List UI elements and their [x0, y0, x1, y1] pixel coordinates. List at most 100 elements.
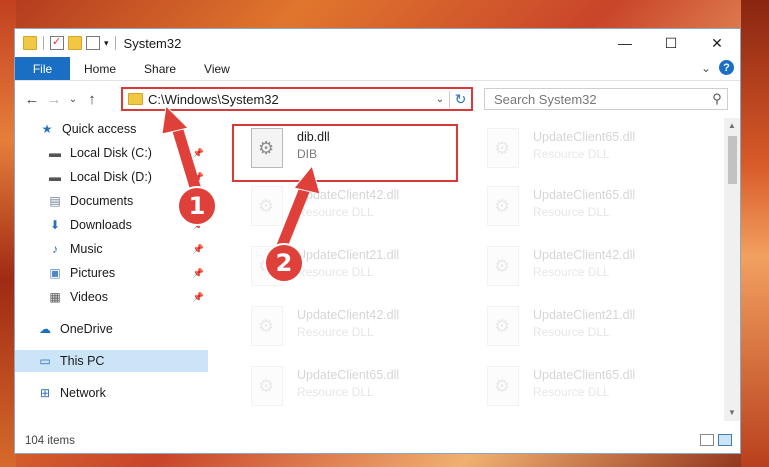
file-description: Resource DLL — [297, 385, 374, 399]
dll-file-icon — [487, 366, 519, 406]
sidebar-item[interactable]: ♪ Music 📌 — [15, 238, 208, 260]
large-icons-view-icon[interactable] — [718, 434, 732, 446]
file-item[interactable]: UpdateClient65.dll Resource DLL — [475, 360, 693, 416]
title-bar: ▾ System32 — ☐ ✕ — [15, 29, 740, 57]
sidebar-item[interactable]: ▭ This PC — [15, 350, 208, 372]
file-description: Resource DLL — [297, 265, 374, 279]
dll-file-icon — [487, 128, 519, 168]
close-button[interactable]: ✕ — [694, 29, 740, 57]
maximize-button[interactable]: ☐ — [648, 29, 694, 57]
dll-file-icon — [487, 186, 519, 226]
tab-file[interactable]: File — [15, 57, 70, 80]
file-item[interactable]: UpdateClient42.dll Resource DLL — [239, 180, 457, 236]
scroll-up-icon[interactable]: ▲ — [724, 118, 740, 134]
properties-icon[interactable] — [50, 35, 64, 50]
file-name: UpdateClient42.dll — [533, 248, 636, 262]
up-button[interactable]: ↑ — [81, 91, 103, 108]
status-bar: 104 items — [15, 429, 740, 453]
tab-share[interactable]: Share — [130, 57, 190, 80]
computer-icon: ▭ — [39, 354, 51, 368]
separator — [43, 36, 44, 50]
sidebar-item[interactable]: ★ Quick access — [15, 118, 208, 140]
help-icon[interactable]: ? — [719, 60, 734, 75]
sidebar-item[interactable]: ▬ Local Disk (C:) 📌 — [15, 142, 208, 164]
window-title: System32 — [123, 35, 182, 51]
refresh-icon[interactable]: ↻ — [449, 90, 471, 108]
scroll-down-icon[interactable]: ▼ — [724, 405, 740, 421]
sidebar-item-label: Local Disk (D:) — [70, 170, 152, 184]
star-icon: ★ — [41, 122, 53, 136]
sidebar-item-label: Videos — [70, 290, 108, 304]
address-path[interactable]: C:\Windows\System32 — [148, 92, 431, 107]
pin-icon[interactable]: 📌 — [193, 148, 204, 159]
scroll-thumb[interactable] — [728, 136, 737, 184]
file-name: UpdateClient65.dll — [533, 368, 636, 382]
vertical-scrollbar[interactable]: ▲ ▼ — [724, 118, 740, 421]
file-description: Resource DLL — [297, 325, 374, 339]
sidebar-item[interactable]: ☁ OneDrive — [15, 318, 208, 340]
quick-access-toolbar: ▾ — [15, 35, 118, 50]
search-input[interactable]: Search System32 — [494, 92, 707, 107]
sidebar-item-label: Documents — [70, 194, 134, 208]
separator — [114, 36, 116, 50]
ribbon-right-controls: ⌄ ? — [701, 60, 734, 75]
sidebar-item[interactable]: ▣ Pictures 📌 — [15, 262, 208, 284]
file-description: Resource DLL — [533, 147, 610, 161]
pin-icon[interactable]: 📌 — [193, 244, 204, 255]
music-icon: ♪ — [52, 242, 58, 256]
file-name: UpdateClient65.dll — [297, 368, 400, 382]
file-item[interactable]: UpdateClient65.dll Resource DLL — [239, 360, 457, 416]
sidebar-item-label: Music — [70, 242, 103, 256]
pin-icon[interactable]: 📌 — [193, 268, 204, 279]
ribbon-tabs: File Home Share View ⌄ ? — [15, 57, 740, 81]
file-item[interactable]: UpdateClient21.dll Resource DLL — [475, 300, 693, 356]
minimize-button[interactable]: — — [602, 29, 648, 57]
file-item[interactable]: UpdateClient42.dll Resource DLL — [475, 240, 693, 296]
folder-icon — [128, 93, 143, 105]
address-bar[interactable]: C:\Windows\System32 ⌄ ↻ — [121, 87, 473, 111]
tab-home[interactable]: Home — [70, 57, 130, 80]
drive-icon: ▬ — [49, 170, 61, 184]
expand-ribbon-icon[interactable]: ⌄ — [701, 61, 711, 75]
details-view-icon[interactable] — [700, 434, 714, 446]
pin-icon[interactable]: 📌 — [193, 292, 204, 303]
sidebar-item[interactable]: ▬ Local Disk (D:) 📌 — [15, 166, 208, 188]
download-icon: ⬇ — [49, 218, 61, 232]
documents-icon: ▤ — [49, 194, 61, 208]
file-name: UpdateClient65.dll — [533, 130, 636, 144]
sidebar-item-label: This PC — [60, 354, 105, 368]
recent-locations-button[interactable]: ⌄ — [65, 94, 81, 105]
search-icon: ⚲ — [712, 91, 722, 106]
back-button[interactable]: ← — [21, 91, 43, 108]
forward-button[interactable]: → — [43, 91, 65, 108]
toolbar-dropdown-icon[interactable]: ▾ — [104, 38, 109, 49]
file-name: UpdateClient21.dll — [297, 248, 400, 262]
file-item[interactable]: UpdateClient65.dll Resource DLL — [475, 122, 693, 178]
file-description: Resource DLL — [297, 205, 374, 219]
item-count: 104 items — [25, 435, 75, 447]
pin-icon[interactable]: 📌 — [193, 172, 204, 183]
sidebar-item[interactable]: ⬇Downloads📌 — [15, 214, 208, 236]
new-folder-icon[interactable] — [68, 36, 82, 50]
view-buttons — [700, 434, 732, 446]
tab-view[interactable]: View — [190, 57, 244, 80]
customize-icon[interactable] — [86, 36, 100, 50]
address-row: ← → ⌄ ↑ C:\Windows\System32 ⌄ ↻ Search S… — [15, 81, 740, 117]
file-name: UpdateClient42.dll — [297, 308, 400, 322]
sidebar-item[interactable]: ⊞ Network — [15, 382, 208, 404]
search-box[interactable]: Search System32 ⚲ — [484, 88, 728, 110]
file-item[interactable]: UpdateClient65.dll Resource DLL — [475, 180, 693, 236]
address-dropdown-icon[interactable]: ⌄ — [431, 94, 449, 105]
sidebar-item-label: Quick access — [62, 122, 137, 136]
step-2-badge: 2 — [264, 243, 304, 283]
file-item[interactable]: UpdateClient42.dll Resource DLL — [239, 300, 457, 356]
dll-file-icon — [251, 366, 283, 406]
file-description: Resource DLL — [533, 325, 610, 339]
file-highlight-box — [232, 124, 458, 182]
video-icon: ▦ — [49, 290, 61, 304]
file-description: Resource DLL — [533, 205, 610, 219]
step-1-badge: 1 — [177, 186, 217, 226]
sidebar-item[interactable]: ▦ Videos 📌 — [15, 286, 208, 308]
drive-icon: ▬ — [49, 146, 61, 160]
file-name: UpdateClient42.dll — [297, 188, 400, 202]
